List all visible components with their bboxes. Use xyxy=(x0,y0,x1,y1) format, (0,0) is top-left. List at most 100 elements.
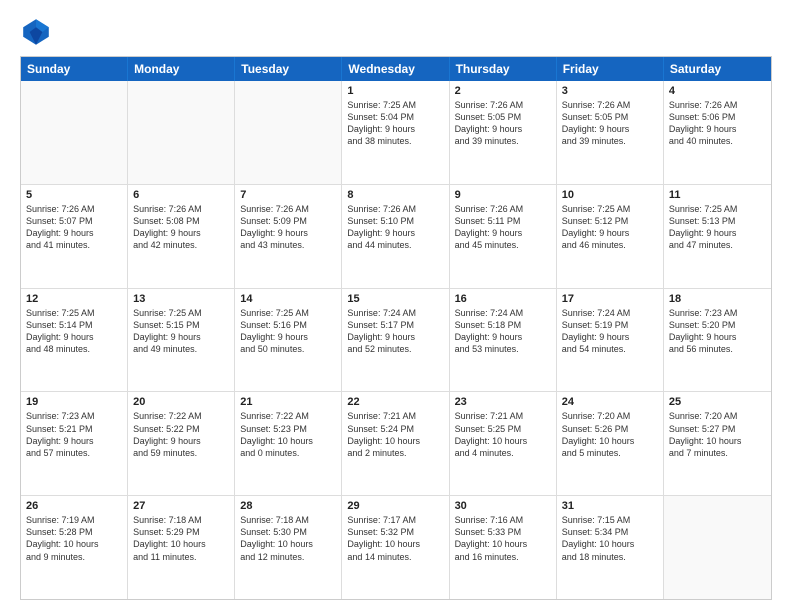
cell-info: Sunrise: 7:25 AMSunset: 5:15 PMDaylight:… xyxy=(133,307,229,356)
cell-info: Sunrise: 7:19 AMSunset: 5:28 PMDaylight:… xyxy=(26,514,122,563)
day-number: 28 xyxy=(240,500,336,512)
cell-info: Sunrise: 7:25 AMSunset: 5:04 PMDaylight:… xyxy=(347,99,443,148)
cell-info: Sunrise: 7:26 AMSunset: 5:06 PMDaylight:… xyxy=(669,99,766,148)
day-number: 31 xyxy=(562,500,658,512)
day-number: 26 xyxy=(26,500,122,512)
cell-info: Sunrise: 7:26 AMSunset: 5:05 PMDaylight:… xyxy=(562,99,658,148)
header xyxy=(20,16,772,48)
calendar-row-3: 19 Sunrise: 7:23 AMSunset: 5:21 PMDayligh… xyxy=(21,391,771,495)
calendar-header: SundayMondayTuesdayWednesdayThursdayFrid… xyxy=(21,57,771,81)
empty-cell xyxy=(664,496,771,599)
cell-info: Sunrise: 7:22 AMSunset: 5:23 PMDaylight:… xyxy=(240,410,336,459)
cell-info: Sunrise: 7:24 AMSunset: 5:17 PMDaylight:… xyxy=(347,307,443,356)
day-cell-1: 1 Sunrise: 7:25 AMSunset: 5:04 PMDaylight… xyxy=(342,81,449,184)
cell-info: Sunrise: 7:20 AMSunset: 5:26 PMDaylight:… xyxy=(562,410,658,459)
weekday-header-wednesday: Wednesday xyxy=(342,57,449,81)
day-cell-11: 11Sunrise: 7:25 AMSunset: 5:13 PMDayligh… xyxy=(664,185,771,288)
empty-cell xyxy=(21,81,128,184)
day-cell-27: 27Sunrise: 7:18 AMSunset: 5:29 PMDayligh… xyxy=(128,496,235,599)
day-cell-16: 16 Sunrise: 7:24 AMSunset: 5:18 PMDayligh… xyxy=(450,289,557,392)
calendar: SundayMondayTuesdayWednesdayThursdayFrid… xyxy=(20,56,772,600)
day-cell-20: 20 Sunrise: 7:22 AMSunset: 5:22 PMDayligh… xyxy=(128,392,235,495)
logo-icon xyxy=(20,16,52,48)
cell-info: Sunrise: 7:21 AMSunset: 5:24 PMDaylight:… xyxy=(347,410,443,459)
cell-info: Sunrise: 7:25 AMSunset: 5:13 PMDaylight:… xyxy=(669,203,766,252)
day-cell-29: 29 Sunrise: 7:17 AMSunset: 5:32 PMDayligh… xyxy=(342,496,449,599)
cell-info: Sunrise: 7:18 AMSunset: 5:29 PMDaylight:… xyxy=(133,514,229,563)
day-cell-14: 14Sunrise: 7:25 AMSunset: 5:16 PMDayligh… xyxy=(235,289,342,392)
day-number: 21 xyxy=(240,396,336,408)
day-cell-17: 17 Sunrise: 7:24 AMSunset: 5:19 PMDayligh… xyxy=(557,289,664,392)
day-number: 5 xyxy=(26,189,122,201)
day-cell-23: 23 Sunrise: 7:21 AMSunset: 5:25 PMDayligh… xyxy=(450,392,557,495)
weekday-header-tuesday: Tuesday xyxy=(235,57,342,81)
day-cell-13: 13 Sunrise: 7:25 AMSunset: 5:15 PMDayligh… xyxy=(128,289,235,392)
cell-info: Sunrise: 7:24 AMSunset: 5:19 PMDaylight:… xyxy=(562,307,658,356)
weekday-header-friday: Friday xyxy=(557,57,664,81)
day-number: 30 xyxy=(455,500,551,512)
day-cell-24: 24 Sunrise: 7:20 AMSunset: 5:26 PMDayligh… xyxy=(557,392,664,495)
day-cell-31: 31Sunrise: 7:15 AMSunset: 5:34 PMDayligh… xyxy=(557,496,664,599)
day-cell-21: 21 Sunrise: 7:22 AMSunset: 5:23 PMDayligh… xyxy=(235,392,342,495)
day-cell-28: 28Sunrise: 7:18 AMSunset: 5:30 PMDayligh… xyxy=(235,496,342,599)
calendar-row-2: 12 Sunrise: 7:25 AMSunset: 5:14 PMDayligh… xyxy=(21,288,771,392)
day-number: 9 xyxy=(455,189,551,201)
day-number: 19 xyxy=(26,396,122,408)
day-number: 3 xyxy=(562,85,658,97)
day-number: 25 xyxy=(669,396,766,408)
calendar-body: 1 Sunrise: 7:25 AMSunset: 5:04 PMDaylight… xyxy=(21,81,771,599)
cell-info: Sunrise: 7:26 AMSunset: 5:07 PMDaylight:… xyxy=(26,203,122,252)
cell-info: Sunrise: 7:16 AMSunset: 5:33 PMDaylight:… xyxy=(455,514,551,563)
day-cell-9: 9Sunrise: 7:26 AMSunset: 5:11 PMDaylight… xyxy=(450,185,557,288)
cell-info: Sunrise: 7:25 AMSunset: 5:12 PMDaylight:… xyxy=(562,203,658,252)
day-number: 12 xyxy=(26,293,122,305)
day-number: 22 xyxy=(347,396,443,408)
day-number: 1 xyxy=(347,85,443,97)
day-number: 15 xyxy=(347,293,443,305)
day-cell-22: 22 Sunrise: 7:21 AMSunset: 5:24 PMDayligh… xyxy=(342,392,449,495)
day-cell-12: 12 Sunrise: 7:25 AMSunset: 5:14 PMDayligh… xyxy=(21,289,128,392)
day-number: 23 xyxy=(455,396,551,408)
day-cell-26: 26 Sunrise: 7:19 AMSunset: 5:28 PMDayligh… xyxy=(21,496,128,599)
day-cell-19: 19 Sunrise: 7:23 AMSunset: 5:21 PMDayligh… xyxy=(21,392,128,495)
day-number: 13 xyxy=(133,293,229,305)
day-number: 8 xyxy=(347,189,443,201)
page: SundayMondayTuesdayWednesdayThursdayFrid… xyxy=(0,0,792,612)
day-number: 29 xyxy=(347,500,443,512)
day-number: 24 xyxy=(562,396,658,408)
cell-info: Sunrise: 7:24 AMSunset: 5:18 PMDaylight:… xyxy=(455,307,551,356)
day-cell-15: 15 Sunrise: 7:24 AMSunset: 5:17 PMDayligh… xyxy=(342,289,449,392)
weekday-header-monday: Monday xyxy=(128,57,235,81)
cell-info: Sunrise: 7:22 AMSunset: 5:22 PMDaylight:… xyxy=(133,410,229,459)
weekday-header-thursday: Thursday xyxy=(450,57,557,81)
day-number: 10 xyxy=(562,189,658,201)
cell-info: Sunrise: 7:26 AMSunset: 5:05 PMDaylight:… xyxy=(455,99,551,148)
day-number: 18 xyxy=(669,293,766,305)
calendar-row-0: 1 Sunrise: 7:25 AMSunset: 5:04 PMDaylight… xyxy=(21,81,771,184)
cell-info: Sunrise: 7:21 AMSunset: 5:25 PMDaylight:… xyxy=(455,410,551,459)
cell-info: Sunrise: 7:26 AMSunset: 5:08 PMDaylight:… xyxy=(133,203,229,252)
logo xyxy=(20,16,56,48)
day-number: 20 xyxy=(133,396,229,408)
empty-cell xyxy=(128,81,235,184)
empty-cell xyxy=(235,81,342,184)
day-number: 7 xyxy=(240,189,336,201)
cell-info: Sunrise: 7:26 AMSunset: 5:10 PMDaylight:… xyxy=(347,203,443,252)
day-cell-6: 6Sunrise: 7:26 AMSunset: 5:08 PMDaylight… xyxy=(128,185,235,288)
cell-info: Sunrise: 7:20 AMSunset: 5:27 PMDaylight:… xyxy=(669,410,766,459)
day-number: 2 xyxy=(455,85,551,97)
day-cell-5: 5 Sunrise: 7:26 AMSunset: 5:07 PMDaylight… xyxy=(21,185,128,288)
weekday-header-saturday: Saturday xyxy=(664,57,771,81)
cell-info: Sunrise: 7:17 AMSunset: 5:32 PMDaylight:… xyxy=(347,514,443,563)
cell-info: Sunrise: 7:23 AMSunset: 5:21 PMDaylight:… xyxy=(26,410,122,459)
cell-info: Sunrise: 7:23 AMSunset: 5:20 PMDaylight:… xyxy=(669,307,766,356)
day-number: 16 xyxy=(455,293,551,305)
cell-info: Sunrise: 7:26 AMSunset: 5:09 PMDaylight:… xyxy=(240,203,336,252)
day-number: 14 xyxy=(240,293,336,305)
day-cell-30: 30 Sunrise: 7:16 AMSunset: 5:33 PMDayligh… xyxy=(450,496,557,599)
day-cell-18: 18 Sunrise: 7:23 AMSunset: 5:20 PMDayligh… xyxy=(664,289,771,392)
day-cell-25: 25 Sunrise: 7:20 AMSunset: 5:27 PMDayligh… xyxy=(664,392,771,495)
cell-info: Sunrise: 7:25 AMSunset: 5:14 PMDaylight:… xyxy=(26,307,122,356)
day-cell-8: 8 Sunrise: 7:26 AMSunset: 5:10 PMDaylight… xyxy=(342,185,449,288)
day-number: 17 xyxy=(562,293,658,305)
